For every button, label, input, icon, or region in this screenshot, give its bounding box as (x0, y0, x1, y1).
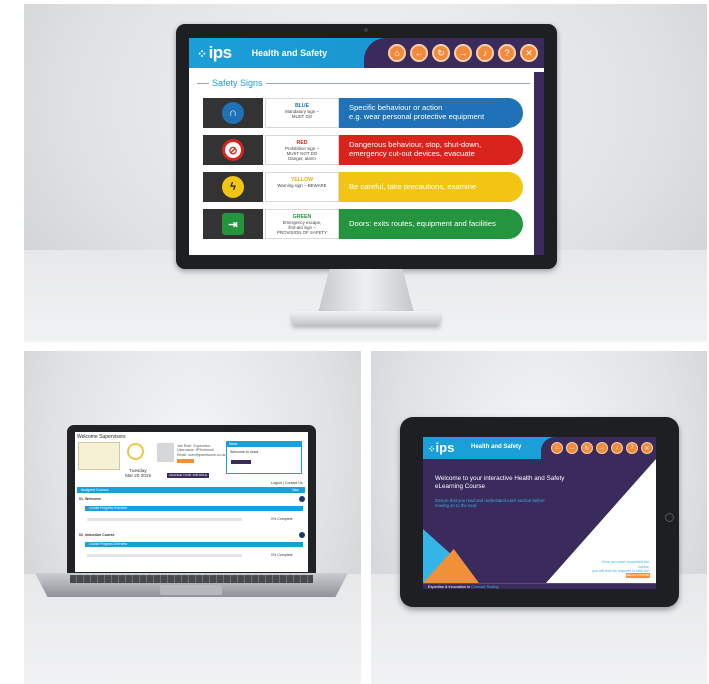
welcome-heading: Welcome Supervisors (77, 434, 126, 440)
sign-row-green: ⇥ GREEN Emergency escape, first-aid sign… (203, 209, 523, 239)
progress-bar (87, 518, 242, 521)
course-header: ⁘ips Health and Safety ⌂ ← ↻ → ♪ ? ✕ (189, 38, 544, 68)
avatar[interactable] (157, 443, 174, 462)
help-icon[interactable]: ? (626, 442, 638, 454)
home-icon[interactable]: ⌂ (388, 44, 406, 62)
course-title: Health and Safety (251, 48, 328, 58)
user-info: Job Role: Supervisor Username: IPSnetwor… (177, 444, 226, 457)
news-button[interactable] (231, 460, 251, 464)
help-icon[interactable]: ? (498, 44, 516, 62)
sign-row-blue: ∩ BLUE Mandatory sign – MUST DO Specific… (203, 98, 523, 128)
emergency-exit-icon: ⇥ (222, 213, 244, 235)
side-accent (534, 72, 544, 255)
desktop-monitor: ⁘ ips Health and Safety ⌂ ← ↻ → ♪ ? ✕ Saf… (176, 24, 557, 269)
site-map (78, 442, 120, 470)
course-progress-header: Course Progress Overview (85, 506, 303, 511)
sign-meaning: Dangerous behaviour, stop, shut-down, em… (339, 135, 523, 165)
ips-logo: ⁘ips (428, 440, 455, 455)
home-icon[interactable]: ⌂ (551, 442, 563, 454)
sound-icon[interactable]: ♪ (476, 44, 494, 62)
sign-description: BLUE Mandatory sign – MUST DO (265, 98, 339, 128)
nav-toolbar: ⌂ ← ↻ → ♪ ? ✕ (364, 38, 544, 68)
course-title: Health and Safety (471, 444, 522, 450)
footer-text: Expertise & Innovation in Contract Tooli… (428, 585, 499, 589)
course-progress-header: Course Progress Overview (85, 542, 303, 547)
footer-link[interactable]: Contract Tooling (471, 585, 498, 589)
sign-row-yellow: ϟ YELLOW Warning sign – BEWARE Be carefu… (203, 172, 523, 202)
section-title: Safety Signs (209, 78, 266, 88)
course-title[interactable]: 02. Induction Course (79, 533, 115, 537)
electric-hazard-icon: ϟ (222, 176, 244, 198)
monitor-base (292, 311, 440, 325)
desktop-screen: ⁘ ips Health and Safety ⌂ ← ↻ → ♪ ? ✕ Saf… (189, 38, 544, 255)
news-header: News (227, 442, 301, 447)
trackpad (160, 585, 222, 595)
close-icon[interactable]: ✕ (641, 442, 653, 454)
laptop-lid: Welcome Supervisors Tuesday Mar 20 2019 … (67, 425, 316, 575)
home-button-icon (665, 513, 674, 522)
ips-logo: ⁘ips (197, 43, 232, 62)
forward-icon[interactable]: → (454, 44, 472, 62)
news-text: Welcome to news (230, 450, 259, 454)
webcam (364, 28, 368, 32)
footer: Expertise & Innovation in Contract Tooli… (423, 583, 656, 589)
sign-description: RED Prohibition sign – MUST NOT DO Dange… (265, 135, 339, 165)
sound-icon[interactable]: ♪ (611, 442, 623, 454)
welcome-heading: Welcome to your interactive Health and S… (435, 475, 565, 490)
sign-description: YELLOW Warning sign – BEWARE (265, 172, 339, 202)
ear-protection-icon: ∩ (222, 102, 244, 124)
edit-profile-button[interactable] (177, 459, 194, 463)
tablet-screen: ⁘ips Health and Safety ⌂ ← ↻ → ♪ ? ✕ Wel… (423, 437, 656, 589)
sign-description: GREEN Emergency escape, first-aid sign –… (265, 209, 339, 239)
close-icon[interactable]: ✕ (520, 44, 538, 62)
sign-meaning: Specific behaviour or action e.g. wear p… (339, 98, 523, 128)
nav-toolbar: ⌂ ← ↻ → ♪ ? ✕ (541, 437, 656, 459)
refresh-icon[interactable]: ↻ (432, 44, 450, 62)
course-header: ⁘ips Health and Safety ⌂ ← ↻ → ♪ ? ✕ (423, 437, 656, 459)
begin-course-button[interactable]: BEGIN COURSE (626, 573, 650, 578)
course-status-dot (299, 532, 305, 538)
course-title[interactable]: 01. Welcome (79, 497, 101, 501)
refresh-icon[interactable]: ↻ (581, 442, 593, 454)
no-pedestrian-icon: ⊘ (222, 139, 244, 161)
logout-link[interactable]: Logout | Contact Us (271, 481, 303, 485)
news-box: News Welcome to news (226, 441, 302, 474)
progress-percent: 0% Complete (271, 517, 293, 521)
back-icon[interactable]: ← (566, 442, 578, 454)
date-display: Tuesday Mar 20 2019 (125, 468, 151, 478)
laptop-screen: Welcome Supervisors Tuesday Mar 20 2019 … (75, 432, 308, 572)
progress-percent: 0% Complete (271, 553, 293, 557)
sign-meaning: Doors: exits routes, equipment and facil… (339, 209, 523, 239)
keyboard (70, 575, 313, 583)
tablet-device: ⁘ips Health and Safety ⌂ ← ↻ → ♪ ? ✕ Wel… (400, 417, 679, 607)
forward-icon[interactable]: → (596, 442, 608, 454)
change-role-button[interactable]: CHANGE YOUR JOB ROLE (167, 473, 209, 478)
sign-row-red: ⊘ RED Prohibition sign – MUST NOT DO Dan… (203, 135, 523, 165)
clock-icon (127, 443, 144, 460)
course-status-dot (299, 496, 305, 502)
progress-bar (87, 554, 242, 557)
assigned-courses-bar: Assigned Courses View (77, 487, 305, 493)
sign-meaning: Be careful, take precautions, examine (339, 172, 523, 202)
back-icon[interactable]: ← (410, 44, 428, 62)
instructions-text: Ensure that you read and understand each… (435, 498, 545, 509)
monitor-stand (318, 269, 414, 313)
